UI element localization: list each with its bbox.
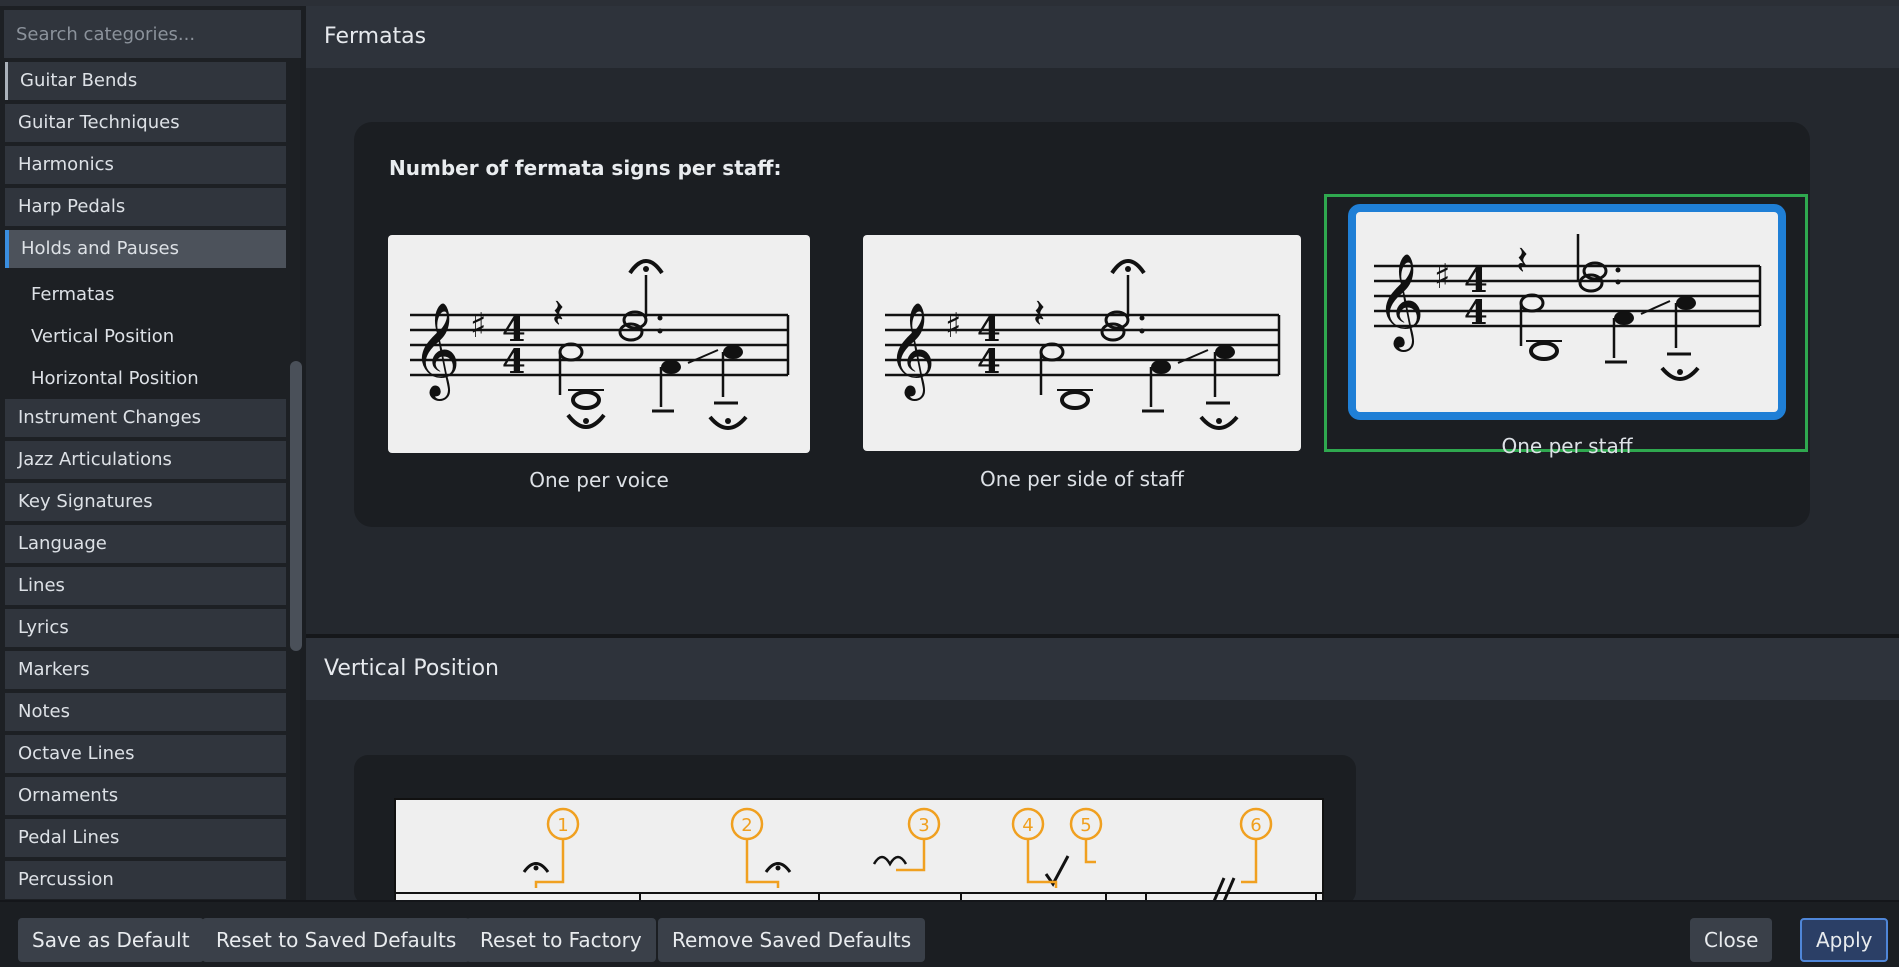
sidebar-subitem-fermatas[interactable]: Fermatas [5,276,286,314]
callout-1: 1 [557,815,568,836]
sidebar-subitem-horizontal-position[interactable]: Horizontal Position [5,360,286,398]
sidebar-subitem-vertical-position[interactable]: Vertical Position [5,318,286,356]
option-one-per-staff[interactable]: 𝄞 ♯ 4 4 𝄽 One per staff [1348,204,1786,458]
category-list: Guitar Bends Guitar Techniques Harmonics… [0,6,290,900]
option-one-per-voice[interactable]: 𝄞 ♯ 4 4 𝄽 One per voice [388,235,810,515]
sidebar-scrollbar[interactable] [290,361,302,651]
main-content: Fermatas Number of fermata signs per sta… [306,6,1899,908]
reset-to-factory-button[interactable]: Reset to Factory [466,918,656,962]
option-one-per-voice-label: One per voice [529,468,669,492]
svg-text:𝄞: 𝄞 [412,302,460,401]
sidebar-item-notes[interactable]: Notes [5,693,286,731]
apply-button[interactable]: Apply [1800,918,1889,962]
section-title-vertical-position: Vertical Position [306,638,1899,700]
sidebar-item-harp-pedals[interactable]: Harp Pedals [5,188,286,226]
callout-5: 5 [1080,815,1091,836]
vertical-position-music-example: 1 2 3 4 5 6 [396,807,1322,906]
vertical-position-diagram: 1 2 3 4 5 6 [394,798,1324,908]
reset-to-saved-defaults-button[interactable]: Reset to Saved Defaults [202,918,471,962]
sidebar-item-guitar-techniques[interactable]: Guitar Techniques [5,104,286,142]
callout-2: 2 [741,815,752,836]
svg-text:𝄞: 𝄞 [1376,253,1424,352]
fermata-options-panel: Number of fermata signs per staff: 𝄞 ♯ 4… [354,122,1810,527]
svg-text:𝄽: 𝄽 [1033,291,1045,337]
sidebar-item-language[interactable]: Language [5,525,286,563]
option-one-per-staff-image: 𝄞 ♯ 4 4 𝄽 [1348,204,1786,420]
callout-4: 4 [1022,815,1033,836]
sidebar-item-holds-and-pauses[interactable]: Holds and Pauses [5,230,286,268]
music-example-one-per-staff: 𝄞 ♯ 4 4 𝄽 [1374,234,1762,381]
vertical-position-panel: 1 2 3 4 5 6 [354,755,1356,908]
svg-text:♯: ♯ [1434,257,1450,297]
svg-text:4: 4 [1464,293,1488,333]
sidebar-item-instrument-changes[interactable]: Instrument Changes [5,399,286,437]
search-categories-input[interactable] [4,10,301,58]
svg-text:𝄞: 𝄞 [887,302,935,401]
svg-text:𝄽: 𝄽 [552,291,564,337]
sidebar-item-lines[interactable]: Lines [5,567,286,605]
option-one-per-side-of-staff[interactable]: 𝄞 ♯ 4 4 𝄽 One per side of staff [863,235,1301,515]
sidebar-item-guitar-bends[interactable]: Guitar Bends [5,62,286,100]
close-button[interactable]: Close [1690,918,1773,962]
option-one-per-voice-image: 𝄞 ♯ 4 4 𝄽 [388,235,810,453]
sidebar-item-lyrics[interactable]: Lyrics [5,609,286,647]
sidebar-item-pedal-lines[interactable]: Pedal Lines [5,819,286,857]
sidebar-item-jazz-articulations[interactable]: Jazz Articulations [5,441,286,479]
sidebar-item-key-signatures[interactable]: Key Signatures [5,483,286,521]
callout-6: 6 [1250,815,1261,836]
option-one-per-staff-label: One per staff [1501,434,1633,458]
sidebar-item-harmonics[interactable]: Harmonics [5,146,286,184]
svg-text:♯: ♯ [470,306,486,346]
sidebar-item-ornaments[interactable]: Ornaments [5,777,286,815]
category-sidebar: Guitar Bends Guitar Techniques Harmonics… [0,6,302,900]
music-example-one-per-voice: 𝄞 ♯ 4 4 𝄽 [410,259,790,430]
svg-text:♯: ♯ [945,306,961,346]
sidebar-item-octave-lines[interactable]: Octave Lines [5,735,286,773]
fermata-question: Number of fermata signs per staff: [389,156,782,180]
remove-saved-defaults-button[interactable]: Remove Saved Defaults [658,918,926,962]
svg-text:4: 4 [977,342,1001,382]
callout-3: 3 [918,815,929,836]
sidebar-item-percussion[interactable]: Percussion [5,861,286,899]
music-example-one-per-side: 𝄞 ♯ 4 4 𝄽 [885,259,1281,430]
section-title-fermatas: Fermatas [306,6,1899,68]
svg-text:4: 4 [502,342,526,382]
option-one-per-side-label: One per side of staff [980,467,1184,491]
svg-text:𝄽: 𝄽 [1516,238,1528,284]
save-as-default-button[interactable]: Save as Default [18,918,204,962]
dialog-footer: Save as Default Reset to Saved Defaults … [0,900,1899,967]
sidebar-item-markers[interactable]: Markers [5,651,286,689]
option-one-per-side-image: 𝄞 ♯ 4 4 𝄽 [863,235,1301,451]
